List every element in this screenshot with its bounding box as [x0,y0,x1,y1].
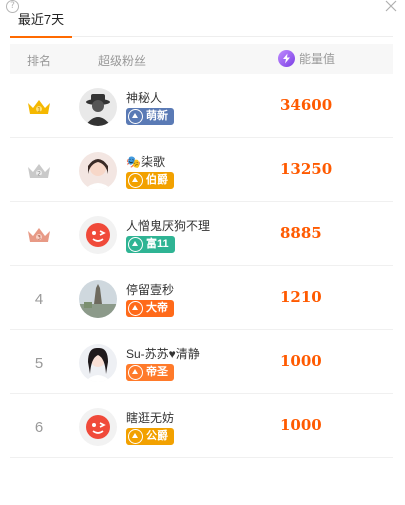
table-row[interactable]: 5 Su-苏苏♥清静 帝圣 1000 [10,330,393,394]
tab-bar: 最近7天 [10,8,393,38]
silver-crown-icon: 2 [24,160,54,182]
fan-name[interactable]: 瞎逛无妨 [126,409,174,426]
rank-number: 5 [34,354,44,372]
energy-value: 1000 [280,416,322,434]
avatar[interactable] [79,88,117,126]
level-badge: 伯爵 [126,172,174,189]
table-row[interactable]: 3 人憎鬼厌狗不理 富11 8885 [10,202,393,266]
level-badge: 公爵 [126,428,174,445]
header-rank: 排名 [27,54,52,68]
header-super-fans: 超级粉丝 [98,54,147,68]
table-row[interactable]: 1 神秘人 萌新 34600 [10,74,393,138]
energy-value: 8885 [280,224,322,242]
table-row[interactable]: 4 停留壹秒 大帝 1210 [10,266,393,330]
avatar[interactable] [79,280,117,318]
level-badge: 富11 [126,236,175,253]
svg-text:1: 1 [37,107,41,114]
bronze-crown-icon: 3 [24,224,54,246]
avatar[interactable] [79,216,117,254]
table-header: 排名 超级粉丝 能量值 [10,44,393,74]
level-icon [128,173,143,188]
level-badge: 萌新 [126,108,174,125]
level-icon [128,237,143,252]
fan-name[interactable]: Su-苏苏♥清静 [126,345,200,362]
svg-text:3: 3 [37,235,41,242]
lightning-icon [278,50,295,67]
fan-name[interactable]: 停留壹秒 [126,281,174,298]
level-icon [128,301,143,316]
table-row[interactable]: 2 🎭柒歌 伯爵 13250 [10,138,393,202]
level-badge: 帝圣 [126,364,174,381]
gold-crown-icon: 1 [24,96,54,118]
table-row[interactable]: 6 瞎逛无妨 公爵 1000 [10,394,393,458]
rank-number: 4 [34,290,44,308]
energy-value: 1000 [280,352,322,370]
svg-text:2: 2 [37,171,41,178]
header-energy-label: 能量值 [299,52,336,66]
fan-name[interactable]: 🎭柒歌 [126,153,165,170]
level-icon [128,109,143,124]
level-icon [128,429,143,444]
rank-number: 6 [34,418,44,436]
avatar[interactable] [79,408,117,446]
level-badge: 大帝 [126,300,174,317]
level-icon [128,365,143,380]
avatar[interactable] [79,152,117,190]
tab-recent-7-days[interactable]: 最近7天 [10,8,72,38]
energy-value: 1210 [280,288,322,306]
energy-value: 34600 [280,96,333,114]
fan-name[interactable]: 神秘人 [126,89,162,106]
header-energy: 能量值 [278,50,335,67]
avatar[interactable] [79,344,117,382]
fan-name[interactable]: 人憎鬼厌狗不理 [126,217,210,234]
energy-value: 13250 [280,160,333,178]
